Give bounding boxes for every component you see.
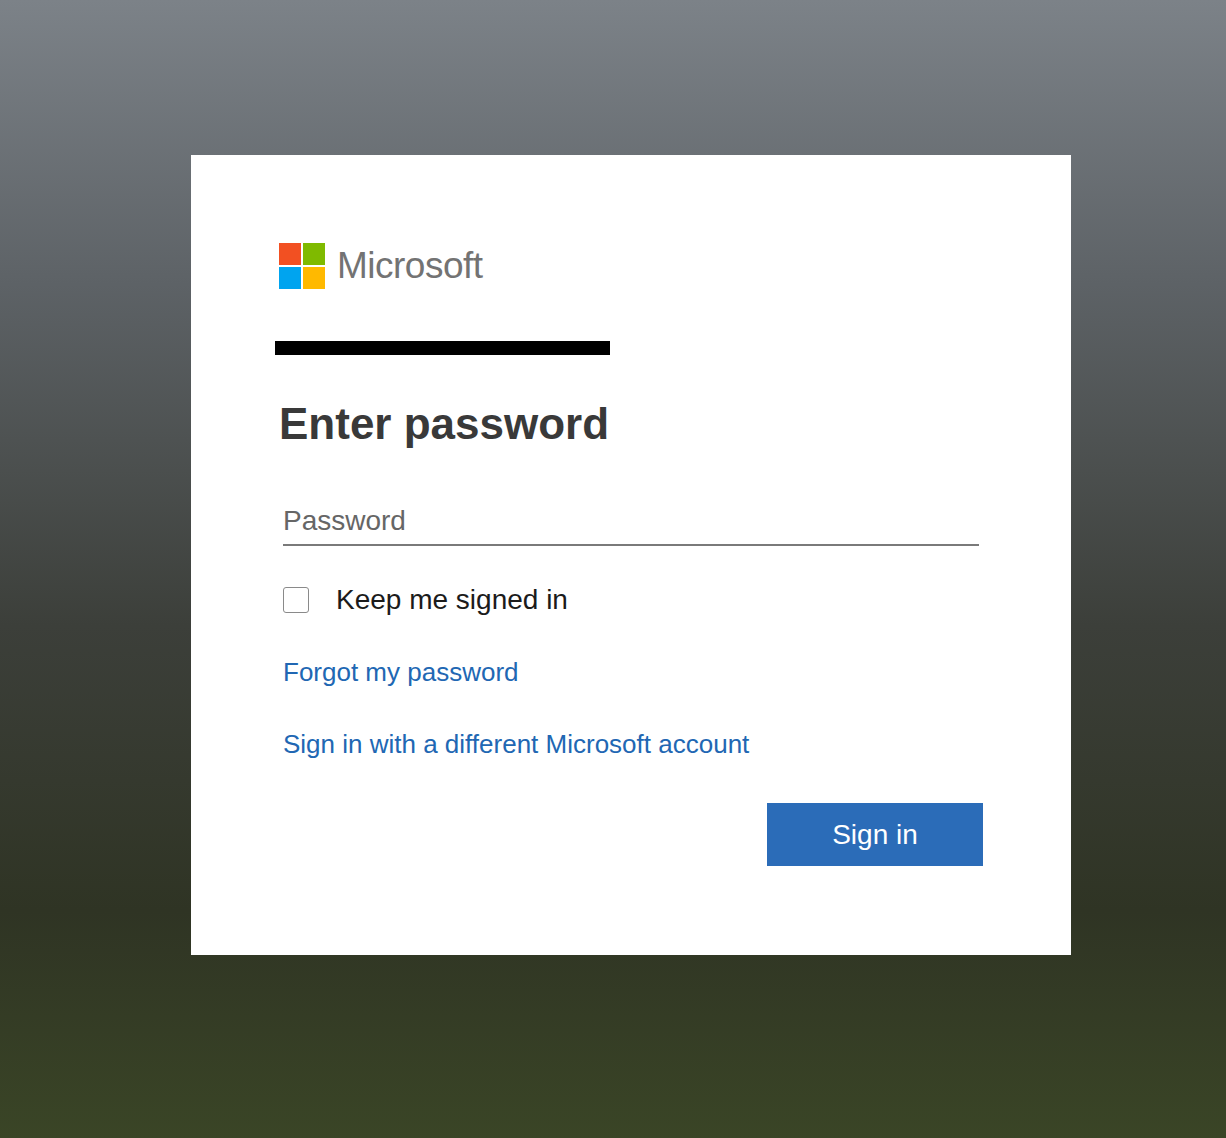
brand-name: Microsoft [337, 243, 483, 289]
keep-signed-in-label: Keep me signed in [336, 582, 568, 618]
sign-in-button[interactable]: Sign in [767, 803, 983, 866]
heading: Enter password [279, 398, 983, 450]
sign-in-page: Microsoft Enter password Keep me signed in… [0, 0, 1226, 1138]
keep-signed-in[interactable]: Keep me signed in [283, 582, 983, 618]
microsoft-logo-icon [279, 243, 325, 289]
password-input[interactable] [283, 498, 979, 546]
redacted-account [275, 341, 610, 355]
brand: Microsoft [279, 243, 983, 289]
sign-in-card: Microsoft Enter password Keep me signed in… [191, 155, 1071, 955]
link[interactable]: Sign in with a different Microsoft accou… [283, 726, 749, 762]
keep-signed-in-checkbox[interactable] [283, 587, 309, 613]
link[interactable]: Forgot my password [283, 654, 519, 690]
